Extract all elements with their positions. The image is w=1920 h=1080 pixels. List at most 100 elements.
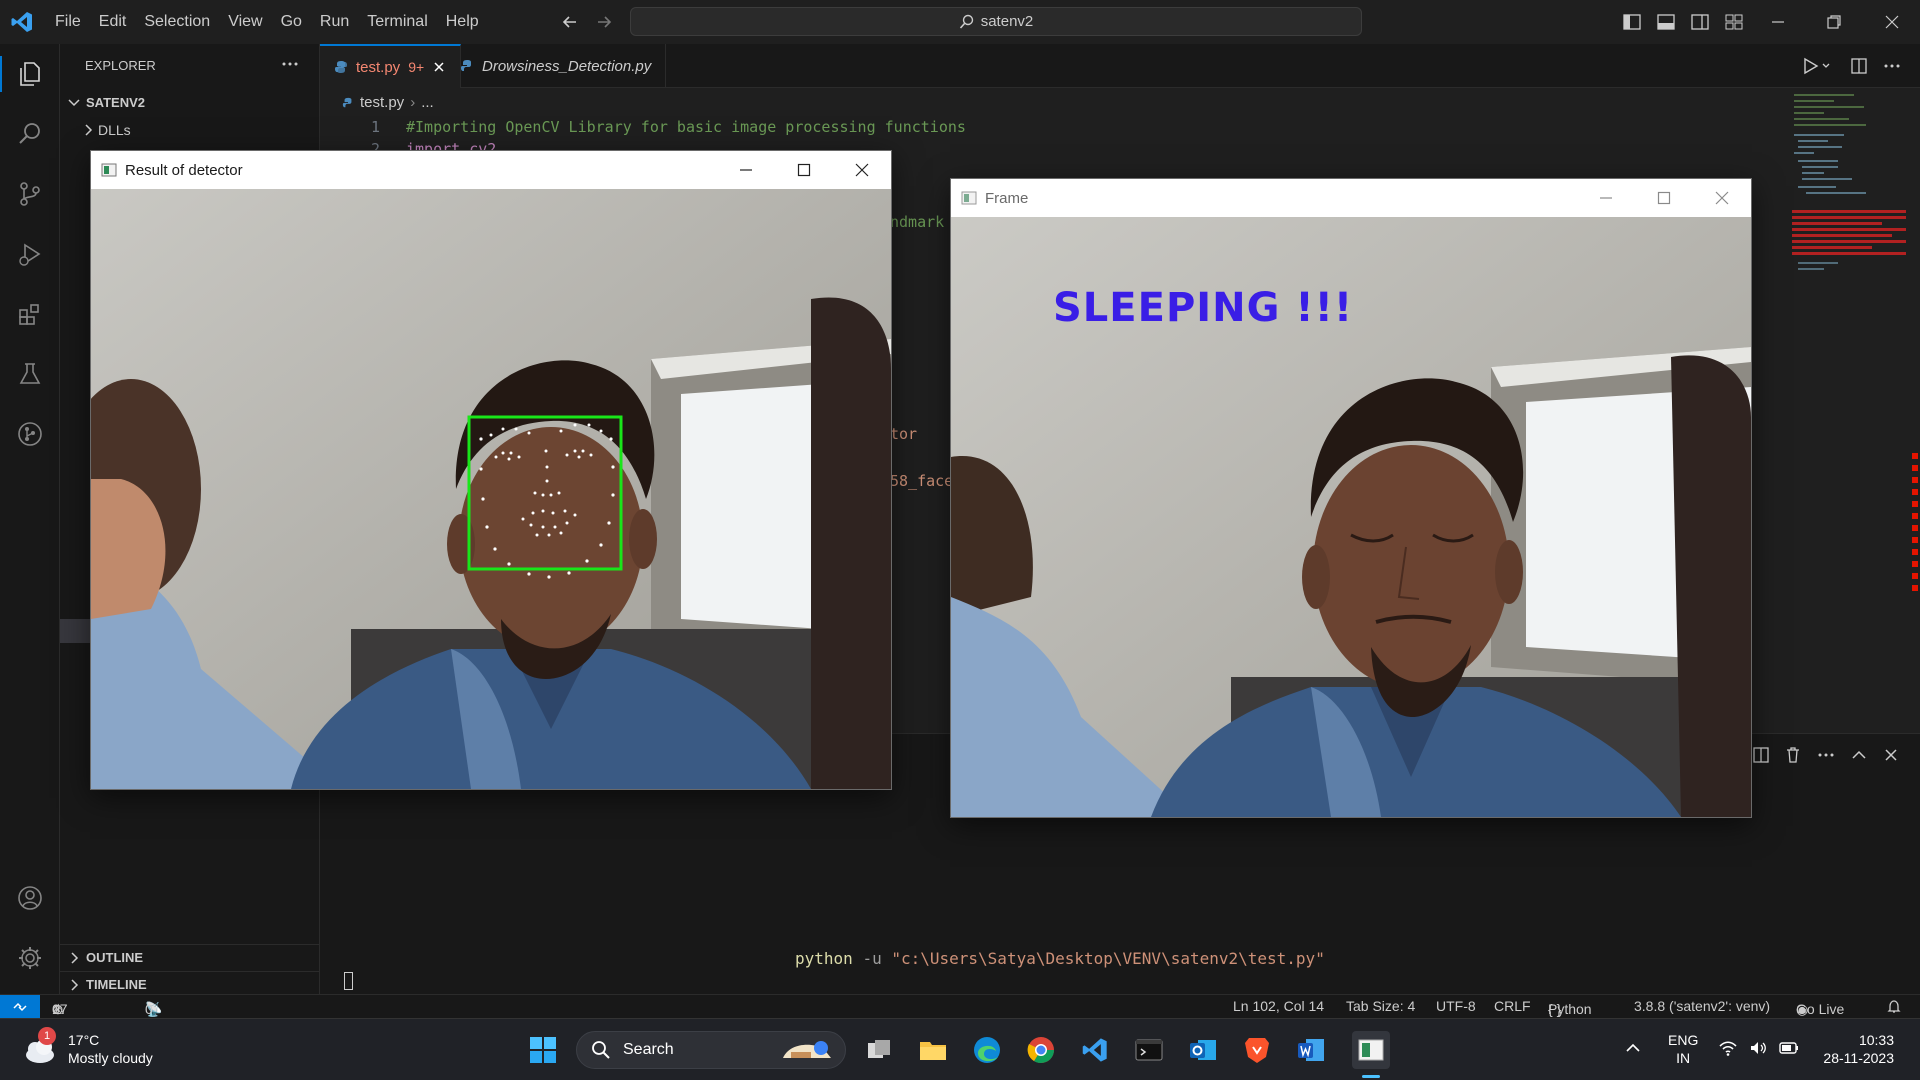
weather-widget[interactable]: 1 17°C Mostly cloudy bbox=[20, 1027, 153, 1069]
close-icon[interactable] bbox=[1882, 12, 1902, 32]
folder-root-label: SATENV2 bbox=[86, 94, 145, 110]
line-ending[interactable]: CRLF bbox=[1494, 998, 1531, 1014]
breadcrumb-separator: › bbox=[410, 94, 416, 111]
breadcrumb: test.py › ... bbox=[342, 94, 434, 111]
file-explorer-icon[interactable] bbox=[914, 1031, 952, 1069]
opencv-window-icon bbox=[101, 163, 117, 177]
python-interpreter[interactable]: 3.8.8 ('satenv2': venv) bbox=[1634, 998, 1770, 1014]
tree-item-dlls[interactable]: DLLs bbox=[60, 117, 320, 143]
split-terminal-icon[interactable] bbox=[1752, 746, 1770, 764]
more-actions-icon[interactable] bbox=[1882, 57, 1902, 75]
close-icon[interactable] bbox=[1693, 179, 1751, 217]
maximize-icon[interactable] bbox=[775, 151, 833, 189]
minimize-icon[interactable] bbox=[717, 151, 775, 189]
breadcrumb-more[interactable]: ... bbox=[421, 94, 434, 111]
minimize-icon[interactable] bbox=[1577, 179, 1635, 217]
accounts-icon[interactable] bbox=[12, 880, 48, 916]
more-actions-icon[interactable] bbox=[280, 56, 300, 72]
close-tab-icon[interactable] bbox=[432, 60, 446, 74]
windows-taskbar: 1 17°C Mostly cloudy Search ENG IN 10:33… bbox=[0, 1018, 1920, 1080]
run-debug-icon[interactable] bbox=[12, 236, 48, 272]
outlook-icon[interactable] bbox=[1184, 1031, 1222, 1069]
explorer-icon[interactable] bbox=[12, 56, 48, 92]
taskbar-search[interactable]: Search bbox=[576, 1031, 846, 1069]
menu-run[interactable]: Run bbox=[311, 13, 358, 31]
extensions-icon[interactable] bbox=[12, 296, 48, 332]
word-icon[interactable] bbox=[1292, 1031, 1330, 1069]
detector-window[interactable]: Result of detector bbox=[90, 150, 892, 790]
timeline-label: TIMELINE bbox=[86, 977, 147, 992]
warning-count: 0 bbox=[52, 1001, 60, 1017]
search-icon bbox=[959, 14, 973, 29]
frame-window[interactable]: Frame SLEEPING !!! bbox=[950, 178, 1752, 818]
folder-root[interactable]: SATENV2 bbox=[60, 89, 320, 115]
start-button[interactable] bbox=[524, 1031, 562, 1069]
python-file-icon bbox=[335, 61, 347, 73]
terminal-flag: -u bbox=[862, 949, 882, 968]
manage-gear-icon[interactable] bbox=[12, 940, 48, 976]
source-control-icon[interactable] bbox=[12, 176, 48, 212]
menu-view[interactable]: View bbox=[219, 13, 271, 31]
detector-camera-frame bbox=[91, 189, 891, 789]
testing-icon[interactable] bbox=[12, 356, 48, 392]
restore-icon[interactable] bbox=[1824, 12, 1844, 32]
minimap[interactable] bbox=[1790, 90, 1908, 350]
tab-drowsiness-detection[interactable]: Drowsiness_Detection.py bbox=[446, 44, 667, 88]
notifications-bell-icon[interactable] bbox=[1886, 999, 1902, 1015]
vscode-taskbar-icon[interactable] bbox=[1076, 1031, 1114, 1069]
detector-window-title: Result of detector bbox=[125, 161, 243, 179]
terminal-path: "c:\Users\Satya\Desktop\VENV\satenv2\tes… bbox=[891, 949, 1325, 968]
menu-help[interactable]: Help bbox=[437, 13, 488, 31]
maximize-icon[interactable] bbox=[1635, 179, 1693, 217]
outline-section[interactable]: OUTLINE bbox=[60, 944, 320, 970]
active-app-indicator bbox=[1362, 1075, 1380, 1078]
trash-icon[interactable] bbox=[1784, 746, 1802, 764]
show-hidden-icons-chevron-up-icon[interactable] bbox=[1624, 1039, 1642, 1057]
minimize-icon[interactable] bbox=[1768, 12, 1788, 32]
menu-go[interactable]: Go bbox=[272, 13, 311, 31]
chevron-right-icon bbox=[71, 951, 79, 964]
input-language[interactable]: ENG IN bbox=[1668, 1031, 1698, 1067]
remote-icon bbox=[13, 1002, 27, 1012]
system-tray[interactable] bbox=[1718, 1039, 1800, 1057]
toggle-panel-icon[interactable] bbox=[1656, 12, 1676, 32]
split-editor-icon[interactable] bbox=[1850, 57, 1868, 75]
search-highlight-icon bbox=[783, 1041, 831, 1058]
edge-browser-icon[interactable] bbox=[968, 1031, 1006, 1069]
cursor-position[interactable]: Ln 102, Col 14 bbox=[1233, 998, 1324, 1014]
task-view-icon[interactable] bbox=[860, 1031, 898, 1069]
forward-arrow-icon[interactable] bbox=[594, 12, 614, 32]
chrome-browser-icon[interactable] bbox=[1022, 1031, 1060, 1069]
command-center[interactable]: satenv2 bbox=[630, 7, 1362, 36]
brave-browser-icon[interactable] bbox=[1238, 1031, 1276, 1069]
opencv-taskbar-icon[interactable] bbox=[1352, 1031, 1390, 1069]
tab-size[interactable]: Tab Size: 4 bbox=[1346, 998, 1415, 1014]
breadcrumb-file[interactable]: test.py bbox=[360, 94, 404, 111]
cloud-icon: 1 bbox=[20, 1027, 60, 1069]
menu-terminal[interactable]: Terminal bbox=[358, 13, 436, 31]
toggle-primary-sidebar-icon[interactable] bbox=[1622, 12, 1642, 32]
close-icon[interactable] bbox=[833, 151, 891, 189]
menu-file[interactable]: File bbox=[46, 13, 90, 31]
maximize-panel-icon[interactable] bbox=[1850, 746, 1868, 764]
menu-selection[interactable]: Selection bbox=[135, 13, 219, 31]
search-icon[interactable] bbox=[12, 116, 48, 152]
encoding[interactable]: UTF-8 bbox=[1436, 998, 1476, 1014]
go-live-label: Go Live bbox=[1796, 1001, 1845, 1017]
run-python-icon[interactable] bbox=[1802, 57, 1832, 75]
clock[interactable]: 10:33 28-11-2023 bbox=[1808, 1031, 1894, 1067]
terminal-taskbar-icon[interactable] bbox=[1130, 1031, 1168, 1069]
more-actions-icon[interactable] bbox=[1816, 746, 1836, 764]
customize-layout-icon[interactable] bbox=[1724, 12, 1744, 32]
back-arrow-icon[interactable] bbox=[560, 12, 580, 32]
git-graph-icon[interactable] bbox=[12, 416, 48, 452]
close-panel-icon[interactable] bbox=[1882, 746, 1900, 764]
menu-edit[interactable]: Edit bbox=[90, 13, 136, 31]
sidebar-title: EXPLORER bbox=[85, 58, 156, 73]
frame-window-title: Frame bbox=[985, 189, 1029, 207]
tab-label: Drowsiness_Detection.py bbox=[482, 57, 652, 75]
toggle-secondary-sidebar-icon[interactable] bbox=[1690, 12, 1710, 32]
remote-indicator[interactable] bbox=[0, 995, 40, 1019]
tab-test-py[interactable]: test.py 9+ bbox=[320, 44, 462, 88]
command-center-text: satenv2 bbox=[980, 13, 1034, 30]
